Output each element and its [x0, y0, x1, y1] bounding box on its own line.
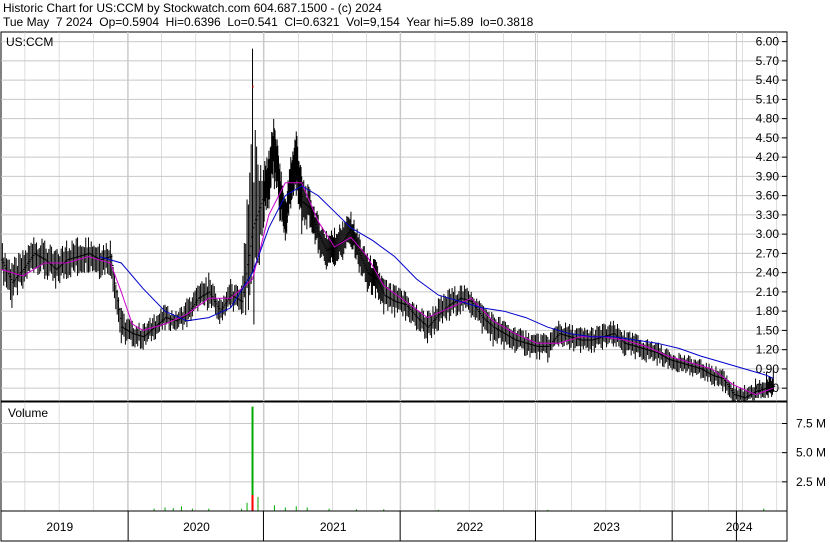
- price-tick-label: 3.90: [756, 169, 780, 183]
- price-tick-label: 4.20: [756, 150, 780, 164]
- year-label: 2022: [457, 520, 484, 534]
- volume-tick-label: 7.5 M: [796, 417, 826, 431]
- volume-panel: 7.5 M 5.0 M 2.5 M Volume: [0, 401, 826, 512]
- year-label: 2020: [183, 520, 210, 534]
- price-tick-label: 3.30: [756, 208, 780, 222]
- x-axis: 2019 2020 2021 2022 2023 2024: [0, 510, 788, 542]
- stock-chart: 6.00 5.70 5.40 5.10 4.80 4.50 4.20 3.90 3.60 3.30…: [0, 31, 826, 542]
- price-tick-label: 3.60: [756, 189, 780, 203]
- x-axis-frame: [0, 510, 788, 542]
- price-tick-label: 2.40: [756, 266, 780, 280]
- price-tick-label: 5.70: [756, 54, 780, 68]
- year-label: 2021: [320, 520, 347, 534]
- volume-tick-label: 5.0 M: [796, 446, 826, 460]
- price-tick-label: 2.10: [756, 285, 780, 299]
- price-tick-label: 1.80: [756, 304, 780, 318]
- price-tick-label: 3.00: [756, 227, 780, 241]
- price-tick-label: 1.20: [756, 343, 780, 357]
- volume-tick-label: 2.5 M: [796, 475, 826, 489]
- price-tick-label: 4.80: [756, 112, 780, 126]
- volume-label: Volume: [8, 406, 48, 420]
- price-tick-label: 5.10: [756, 92, 780, 106]
- price-tick-label: 4.50: [756, 131, 780, 145]
- year-label: 2024: [726, 520, 753, 534]
- price-panel: 6.00 5.70 5.40 5.10 4.80 4.50 4.20 3.90 3.60 3.30…: [0, 31, 788, 404]
- price-tick-label: 6.00: [756, 35, 780, 49]
- price-tick-label: 1.50: [756, 323, 780, 337]
- price-tick-label: 2.70: [756, 246, 780, 260]
- year-label: 2019: [46, 520, 73, 534]
- price-tick-label: 5.40: [756, 73, 780, 87]
- year-label: 2023: [593, 520, 620, 534]
- price-tick-label: 0.90: [756, 362, 780, 376]
- volume-axis: 7.5 M 5.0 M 2.5 M: [782, 417, 826, 489]
- volume-panel-frame: [0, 401, 788, 512]
- symbol-label: US:CCM: [6, 35, 53, 49]
